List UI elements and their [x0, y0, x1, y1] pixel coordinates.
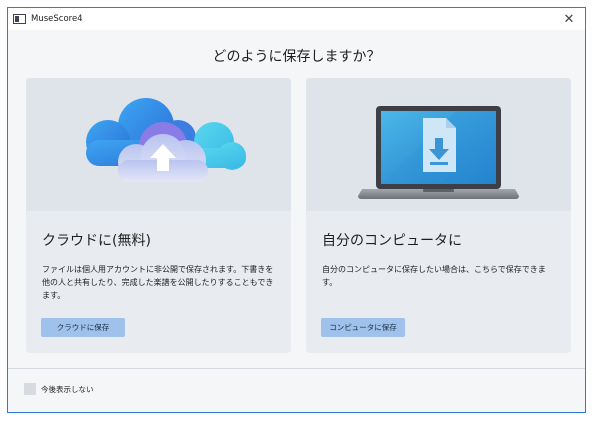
save-to-cloud-button[interactable]: クラウドに保存 [41, 318, 125, 337]
cloud-card-title: クラウドに(無料) [42, 233, 151, 249]
computer-card-description: 自分のコンピュータに保存したい場合は、こちらで保存できます。 [322, 265, 546, 287]
dialog-window: MuseScore4 ✕ どのように保存しますか？ クラウドに(無料) ファイル… [7, 7, 586, 413]
dont-show-again-label: 今後表示しない [41, 384, 94, 394]
computer-save-card: 自分のコンピュータに 自分のコンピュータに保存したい場合は、こちらで保存できます… [306, 78, 571, 353]
dont-show-again-checkbox[interactable] [24, 383, 36, 395]
close-icon[interactable]: ✕ [561, 11, 577, 27]
cloud-illustration [26, 78, 291, 211]
window-title: MuseScore4 [31, 14, 83, 24]
laptop-illustration [306, 78, 571, 211]
computer-card-title: 自分のコンピュータに [322, 233, 462, 249]
cloud-upload-icon [86, 98, 246, 182]
title-bar: MuseScore4 ✕ [8, 8, 585, 30]
laptop-download-icon [358, 106, 519, 199]
dialog-heading: どのように保存しますか？ [212, 49, 381, 65]
footer-divider [8, 368, 585, 369]
app-window-icon [13, 14, 26, 24]
cloud-card-description: ファイルは個人用アカウントに非公開で保存されます。下書きを他の人と共有したり、完… [42, 265, 274, 300]
dont-show-again-option[interactable]: 今後表示しない [24, 383, 94, 395]
cloud-save-card: クラウドに(無料) ファイルは個人用アカウントに非公開で保存されます。下書きを他… [26, 78, 291, 353]
save-to-computer-button[interactable]: コンピュータに保存 [321, 318, 405, 337]
